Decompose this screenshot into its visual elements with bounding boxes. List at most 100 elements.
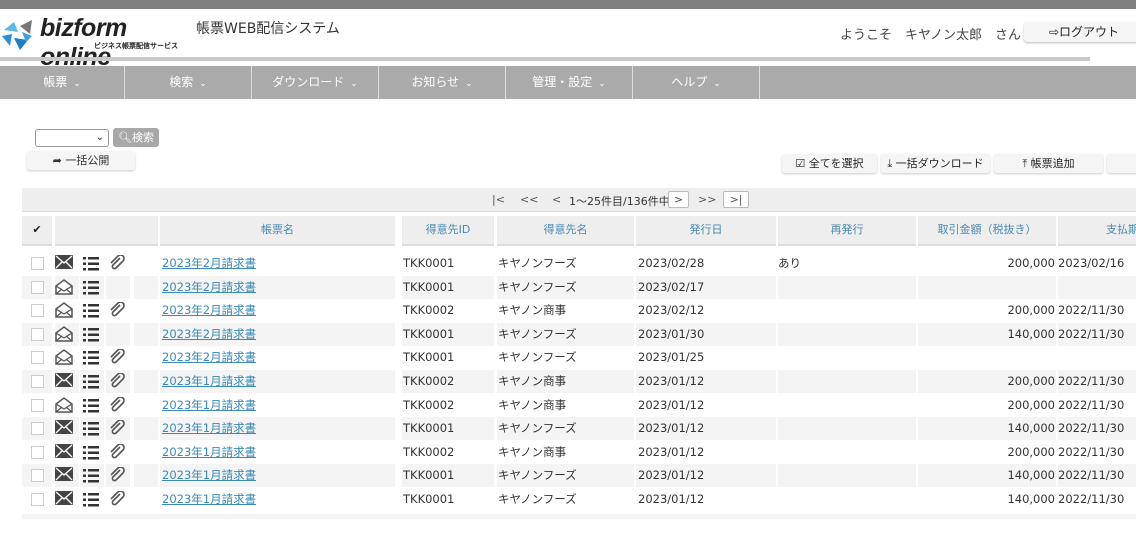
mail-open-icon[interactable] — [55, 278, 73, 298]
form-name-link[interactable]: 2023年1月請求書 — [162, 394, 256, 417]
last-page[interactable]: >| — [723, 191, 749, 208]
welcome-text: ようこそ キヤノン太郎 さん — [840, 28, 1021, 43]
prev-10-page[interactable]: << — [520, 193, 538, 206]
row-checkbox[interactable] — [31, 351, 44, 365]
client-id: TKK0001 — [403, 492, 455, 506]
form-name-link[interactable]: 2023年2月請求書 — [162, 346, 256, 369]
form-name-link[interactable]: 2023年2月請求書 — [162, 323, 256, 346]
menu-download[interactable]: ダウンロード ⌄ — [252, 66, 379, 99]
mail-icon[interactable] — [55, 255, 73, 272]
payment-date: 2022/11/30 — [1058, 326, 1125, 341]
row-checkbox[interactable] — [31, 375, 44, 388]
bulk-publish-button[interactable]: ➦ 一括公開 — [27, 151, 135, 170]
col-client-name[interactable]: 得意先名 — [497, 216, 634, 246]
menu-search[interactable]: 検索 ⌄ — [125, 66, 252, 99]
list-icon[interactable] — [83, 445, 99, 463]
menu-forms[interactable]: 帳票 ⌄ — [0, 66, 125, 99]
search-select[interactable]: ⌄ — [35, 129, 109, 147]
mail-icon[interactable] — [55, 491, 73, 508]
col-amount[interactable]: 取引金額（税抜き） — [918, 216, 1056, 246]
list-icon[interactable] — [83, 398, 99, 416]
checkbox-icon: ☑ — [795, 157, 809, 170]
client-id: TKK0002 — [403, 374, 455, 388]
more-button[interactable] — [1107, 154, 1136, 173]
mail-open-icon[interactable] — [55, 302, 73, 321]
attachment-icon[interactable] — [109, 348, 125, 368]
row-checkbox[interactable] — [31, 398, 44, 412]
select-all-button[interactable]: ☑ 全てを選択 — [782, 154, 877, 173]
form-name-link[interactable]: 2023年1月請求書 — [162, 488, 256, 511]
prev-page[interactable]: < — [552, 193, 561, 206]
form-name-link[interactable]: 2023年2月請求書 — [162, 299, 256, 322]
amount: 140,000 — [1007, 326, 1055, 341]
attachment-icon[interactable] — [109, 254, 125, 274]
col-client-id[interactable]: 得意先ID — [402, 216, 494, 246]
client-name: キヤノンフーズ — [498, 256, 577, 270]
row-checkbox[interactable] — [31, 493, 44, 506]
list-icon[interactable] — [83, 257, 99, 274]
row-checkbox[interactable] — [31, 304, 44, 318]
system-title: 帳票WEB配信システム — [196, 21, 340, 37]
issue-date: 2023/01/30 — [638, 326, 705, 341]
logo-mark-icon — [2, 20, 32, 50]
client-name: キヤノンフーズ — [498, 279, 577, 294]
list-icon[interactable] — [83, 422, 99, 439]
search-button[interactable]: 🔍︎検索 — [113, 128, 159, 147]
list-icon[interactable] — [83, 493, 99, 510]
list-icon[interactable] — [83, 327, 99, 345]
form-name-link[interactable]: 2023年2月請求書 — [162, 276, 256, 299]
list-icon[interactable] — [83, 469, 99, 486]
col-reissue[interactable]: 再発行 — [778, 216, 916, 246]
form-name-link[interactable]: 2023年1月請求書 — [162, 370, 256, 393]
next-10-page[interactable]: >> — [698, 193, 716, 206]
mail-icon[interactable] — [55, 373, 73, 390]
attachment-icon[interactable] — [109, 490, 125, 510]
mail-open-icon[interactable] — [55, 325, 73, 345]
list-icon[interactable] — [83, 280, 99, 298]
col-payment[interactable]: 支払期 — [1058, 216, 1136, 246]
row-checkbox[interactable] — [31, 422, 44, 436]
amount: 200,000 — [1007, 444, 1055, 459]
form-name-link[interactable]: 2023年2月請求書 — [162, 252, 256, 275]
row-checkbox[interactable] — [31, 280, 44, 294]
mail-icon[interactable] — [55, 443, 73, 461]
mail-icon[interactable] — [55, 467, 73, 484]
form-name-link[interactable]: 2023年1月請求書 — [162, 464, 256, 487]
attachment-icon[interactable] — [109, 301, 125, 321]
mail-open-icon[interactable] — [55, 396, 73, 416]
attachment-icon[interactable] — [109, 395, 125, 416]
menu-help[interactable]: ヘルプ ⌄ — [633, 66, 760, 99]
menu-settings[interactable]: 管理・設定 ⌄ — [506, 66, 633, 99]
list-icon[interactable] — [83, 351, 99, 368]
row-checkbox[interactable] — [31, 257, 44, 270]
list-icon[interactable] — [83, 304, 99, 321]
header-check-icon[interactable]: ✔ — [22, 216, 52, 246]
attachment-icon[interactable] — [109, 372, 125, 392]
list-icon[interactable] — [83, 375, 99, 392]
col-form-name[interactable]: 帳票名 — [160, 216, 395, 246]
bulk-download-button[interactable]: ⤓ 一括ダウンロード — [881, 154, 990, 173]
table-row: 2023年2月請求書 TKK0002 キヤノン商事 2023/02/12 200,000… — [22, 299, 1136, 322]
mail-open-icon[interactable] — [55, 349, 73, 368]
issue-date: 2023/01/12 — [638, 374, 705, 388]
col-issue-date[interactable]: 発行日 — [636, 216, 776, 246]
first-page[interactable]: |< — [492, 193, 505, 206]
menu-notices[interactable]: お知らせ ⌄ — [379, 66, 506, 99]
payment-date: 2022/11/30 — [1058, 468, 1125, 483]
attachment-icon[interactable] — [109, 466, 125, 486]
logout-button[interactable]: ⇨ログアウト — [1024, 22, 1136, 42]
next-page[interactable]: > — [668, 191, 689, 208]
row-checkbox[interactable] — [31, 469, 44, 483]
issue-date: 2023/01/25 — [638, 350, 705, 365]
mail-icon[interactable] — [55, 420, 73, 437]
row-checkbox[interactable] — [31, 445, 44, 459]
client-name: キヤノンフーズ — [498, 492, 577, 506]
form-name-link[interactable]: 2023年1月請求書 — [162, 441, 256, 464]
chevron-down-icon: ⌄ — [350, 79, 358, 89]
attachment-icon[interactable] — [109, 419, 125, 439]
attachment-icon[interactable] — [109, 442, 125, 463]
form-name-link[interactable]: 2023年1月請求書 — [162, 417, 256, 440]
row-checkbox[interactable] — [31, 327, 44, 341]
add-form-button[interactable]: ⤒ 帳票追加 — [994, 154, 1103, 173]
logo[interactable]: bizform online ビジネス帳票配信サービス — [0, 14, 190, 71]
